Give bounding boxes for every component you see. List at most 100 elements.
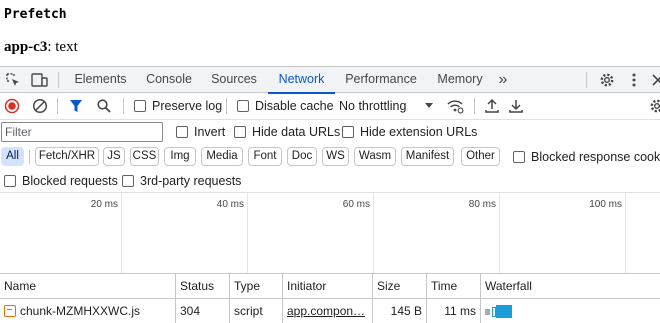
search-icon[interactable]: [95, 97, 113, 115]
page-text-line: app-c3: text: [4, 39, 78, 56]
row-name-cell[interactable]: chunk-MZMHXXWC.js: [0, 299, 176, 323]
chevron-down-icon[interactable]: [420, 97, 438, 115]
toolbar-separator: [123, 98, 124, 114]
tabbar-separator: [58, 72, 59, 88]
chip-img[interactable]: Img: [164, 147, 196, 166]
waterfall-wait-segment: [485, 309, 490, 315]
blocked-requests-checkbox[interactable]: [4, 175, 16, 187]
row-name: chunk-MZMHXXWC.js: [20, 304, 141, 318]
device-toolbar-icon[interactable]: [30, 70, 50, 90]
hide-data-urls-checkbox[interactable]: [234, 126, 246, 138]
row-type: script: [230, 299, 283, 323]
hide-extension-urls-checkbox[interactable]: [342, 126, 354, 138]
chip-wasm[interactable]: Wasm: [354, 147, 396, 166]
inspect-element-icon[interactable]: [3, 70, 23, 90]
settings-gear-icon[interactable]: [597, 70, 617, 90]
row-size: 145 B: [373, 299, 427, 323]
row-status: 304: [176, 299, 230, 323]
tab-memory[interactable]: Memory: [430, 67, 490, 93]
record-stop-icon[interactable]: [3, 97, 21, 115]
blocked-response-cookies-label: Blocked response cookies: [531, 150, 660, 164]
chip-all[interactable]: All: [1, 147, 24, 166]
preserve-log-label: Preserve log: [152, 99, 223, 113]
network-toolbar: Preserve log Disable cache No throttling: [0, 93, 660, 120]
chip-separator: [29, 150, 30, 164]
inspected-page: Prefetch app-c3: text: [0, 0, 660, 66]
more-tabs-icon[interactable]: »: [494, 67, 512, 93]
overview-gridline: [247, 193, 248, 273]
blocked-response-cookies-checkbox[interactable]: [513, 151, 525, 163]
tabbar-separator-right: [586, 72, 587, 88]
table-row[interactable]: chunk-MZMHXXWC.js 304 script app.compon……: [0, 299, 660, 323]
network-overview-timeline[interactable]: 20 ms 40 ms 60 ms 80 ms 100 ms: [0, 193, 660, 289]
request-table-header: Name Status Type Initiator Size Time Wat…: [0, 274, 660, 299]
overview-gridline: [373, 193, 374, 273]
import-har-upload-icon[interactable]: [483, 97, 501, 115]
blocked-requests-label: Blocked requests: [22, 174, 118, 188]
page-text-rest: : text: [47, 39, 78, 55]
chip-fetch-xhr[interactable]: Fetch/XHR: [35, 147, 99, 166]
filter-input[interactable]: [1, 122, 163, 142]
overview-gridline: [625, 193, 626, 273]
third-party-requests-checkbox[interactable]: [122, 175, 134, 187]
overview-tick-label: 40 ms: [216, 199, 244, 210]
column-waterfall[interactable]: Waterfall: [481, 274, 660, 299]
tab-sources[interactable]: Sources: [205, 67, 263, 93]
chip-doc[interactable]: Doc: [287, 147, 317, 166]
chip-manifest[interactable]: Manifest: [401, 147, 454, 166]
toolbar-separator: [57, 98, 58, 114]
invert-label: Invert: [194, 125, 226, 139]
overview-tick-label: 100 ms: [589, 199, 622, 210]
tab-elements[interactable]: Elements: [68, 67, 133, 93]
network-settings-gear-icon[interactable]: [648, 97, 660, 115]
preserve-log-checkbox[interactable]: [134, 100, 146, 112]
script-file-icon: [4, 305, 16, 317]
request-filter-row: Blocked requests 3rd-party requests: [0, 169, 660, 193]
row-time: 11 ms: [427, 299, 481, 323]
devtools-panel: Elements Console Sources Network Perform…: [0, 66, 660, 323]
throttling-select[interactable]: No throttling: [339, 99, 406, 113]
column-size[interactable]: Size: [373, 274, 427, 299]
invert-checkbox[interactable]: [176, 126, 188, 138]
chip-font[interactable]: Font: [248, 147, 282, 166]
chip-media[interactable]: Media: [201, 147, 243, 166]
column-status[interactable]: Status: [176, 274, 230, 299]
hide-data-urls-label: Hide data URLs: [252, 125, 341, 139]
overview-gridline: [121, 193, 122, 273]
hide-extension-urls-label: Hide extension URLs: [360, 125, 478, 139]
tab-performance[interactable]: Performance: [340, 67, 422, 93]
filter-funnel-icon[interactable]: [67, 97, 85, 115]
tab-network[interactable]: Network: [268, 67, 335, 94]
tab-console[interactable]: Console: [138, 67, 200, 93]
disable-cache-checkbox[interactable]: [237, 100, 249, 112]
page-heading: Prefetch: [4, 7, 67, 22]
overview-tick-label: 60 ms: [342, 199, 370, 210]
column-time[interactable]: Time: [427, 274, 481, 299]
chip-js[interactable]: JS: [103, 147, 125, 166]
filter-row: Invert Hide data URLs Hide extension URL…: [0, 120, 660, 145]
row-initiator-link[interactable]: app.compon…: [287, 304, 365, 318]
overview-tick-label: 20 ms: [90, 199, 118, 210]
close-devtools-icon[interactable]: [648, 70, 660, 90]
chip-ws[interactable]: WS: [322, 147, 349, 166]
toolbar-separator: [474, 98, 475, 114]
devtools-tabbar: Elements Console Sources Network Perform…: [0, 67, 660, 94]
column-type[interactable]: Type: [230, 274, 283, 299]
row-initiator-cell[interactable]: app.compon…: [283, 299, 373, 323]
column-initiator[interactable]: Initiator: [283, 274, 373, 299]
clear-icon[interactable]: [31, 97, 49, 115]
waterfall-download-segment: [496, 305, 512, 318]
export-har-download-icon[interactable]: [507, 97, 525, 115]
toolbar-separator: [226, 98, 227, 114]
overview-gridline: [499, 193, 500, 273]
network-conditions-icon[interactable]: [446, 97, 464, 115]
resource-type-chips: All Fetch/XHR JS CSS Img Media Font Doc …: [0, 145, 660, 169]
page-text-bold: app-c3: [4, 39, 48, 55]
row-waterfall: [481, 299, 660, 323]
third-party-requests-label: 3rd-party requests: [140, 174, 242, 188]
chip-other[interactable]: Other: [461, 147, 500, 166]
kebab-menu-icon[interactable]: [624, 70, 644, 90]
column-name[interactable]: Name: [0, 274, 176, 299]
disable-cache-label: Disable cache: [255, 99, 334, 113]
chip-css[interactable]: CSS: [130, 147, 159, 166]
